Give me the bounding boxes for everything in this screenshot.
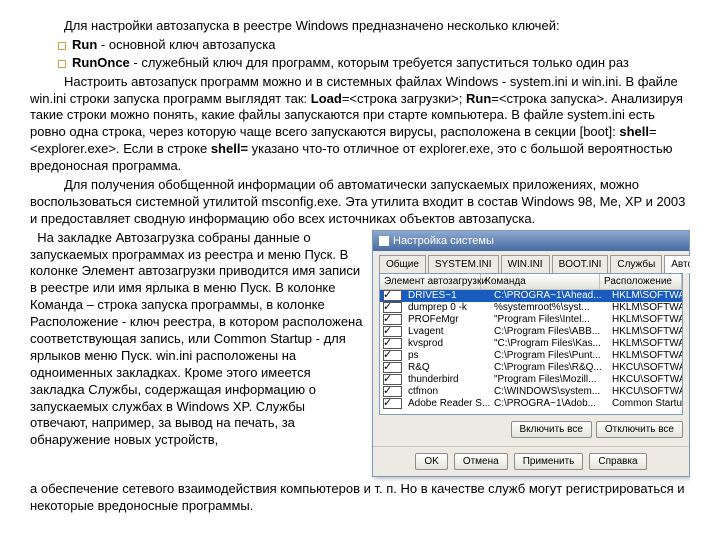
checkbox-icon[interactable] — [383, 350, 402, 361]
apply-button[interactable]: Применить — [514, 453, 584, 470]
checkbox-icon[interactable] — [383, 290, 402, 301]
checkbox-icon[interactable] — [383, 302, 402, 313]
startup-list[interactable]: Элемент автозагрузки Команда Расположени… — [379, 273, 683, 415]
msconfig-dialog: Настройка системы Общие SYSTEM.INI WIN.I… — [372, 230, 690, 477]
list-item: RunOnce - служебный ключ для программ, к… — [58, 55, 690, 72]
enable-all-button[interactable]: Включить все — [511, 421, 592, 438]
keys-list: Run - основной ключ автозапуска RunOnce … — [30, 37, 690, 72]
table-row[interactable]: DRIVES~1C:\PROGRA~1\Ahead...HKLM\SOFTWAR… — [380, 290, 682, 302]
tab-startup[interactable]: Автозагрузка — [664, 255, 690, 273]
checkbox-icon[interactable] — [383, 398, 402, 409]
paragraph-ini: Настроить автозапуск программ можно и в … — [30, 74, 690, 175]
list-header: Элемент автозагрузки Команда Расположени… — [380, 274, 682, 290]
tab-bootini[interactable]: BOOT.INI — [552, 255, 609, 273]
checkbox-icon[interactable] — [383, 338, 402, 349]
table-row[interactable]: thunderbird"Program Files\Mozill...HKCU\… — [380, 374, 682, 386]
tab-services[interactable]: Службы — [610, 255, 662, 273]
help-button[interactable]: Справка — [589, 453, 646, 470]
tab-systemini[interactable]: SYSTEM.INI — [428, 255, 499, 273]
table-row[interactable]: R&QC:\Program Files\R&Q...HKCU\SOFTWARE\… — [380, 362, 682, 374]
table-row[interactable]: Adobe Reader S...C:\PROGRA~1\Adob...Comm… — [380, 398, 682, 410]
checkbox-icon[interactable] — [383, 386, 402, 397]
checkbox-icon[interactable] — [383, 314, 402, 325]
table-row[interactable]: ctfmonC:\WINDOWS\system...HKCU\SOFTWARE\… — [380, 386, 682, 398]
disable-all-button[interactable]: Отключить все — [596, 421, 683, 438]
paragraph-services: а обеспечение сетевого взаимодействия ко… — [30, 481, 690, 515]
table-row[interactable]: PROFeMgr"Program Files\Intel...HKLM\SOFT… — [380, 314, 682, 326]
tab-winini[interactable]: WIN.INI — [501, 255, 550, 273]
intro-paragraph: Для настройки автозапуска в реестре Wind… — [30, 18, 690, 35]
app-icon — [379, 236, 389, 246]
paragraph-msconfig: Для получения обобщенной информации об а… — [30, 177, 690, 228]
dialog-title: Настройка системы — [393, 234, 494, 248]
table-row[interactable]: dumprep 0 -k%systemroot%\syst...HKLM\SOF… — [380, 302, 682, 314]
table-row[interactable]: psC:\Program Files\Punt...HKLM\SOFTWARE\… — [380, 350, 682, 362]
list-item: Run - основной ключ автозапуска — [58, 37, 690, 54]
tab-general[interactable]: Общие — [379, 255, 426, 273]
checkbox-icon[interactable] — [383, 362, 402, 373]
dialog-tabs: Общие SYSTEM.INI WIN.INI BOOT.INI Службы… — [373, 251, 689, 273]
checkbox-icon[interactable] — [383, 374, 402, 385]
checkbox-icon[interactable] — [383, 326, 402, 337]
table-row[interactable]: LvagentC:\Program Files\ABB...HKLM\SOFTW… — [380, 326, 682, 338]
ok-button[interactable]: OK — [415, 453, 447, 470]
table-row[interactable]: kvsprod"C:\Program Files\Kas...HKLM\SOFT… — [380, 338, 682, 350]
dialog-titlebar[interactable]: Настройка системы — [373, 231, 689, 251]
cancel-button[interactable]: Отмена — [454, 453, 508, 470]
